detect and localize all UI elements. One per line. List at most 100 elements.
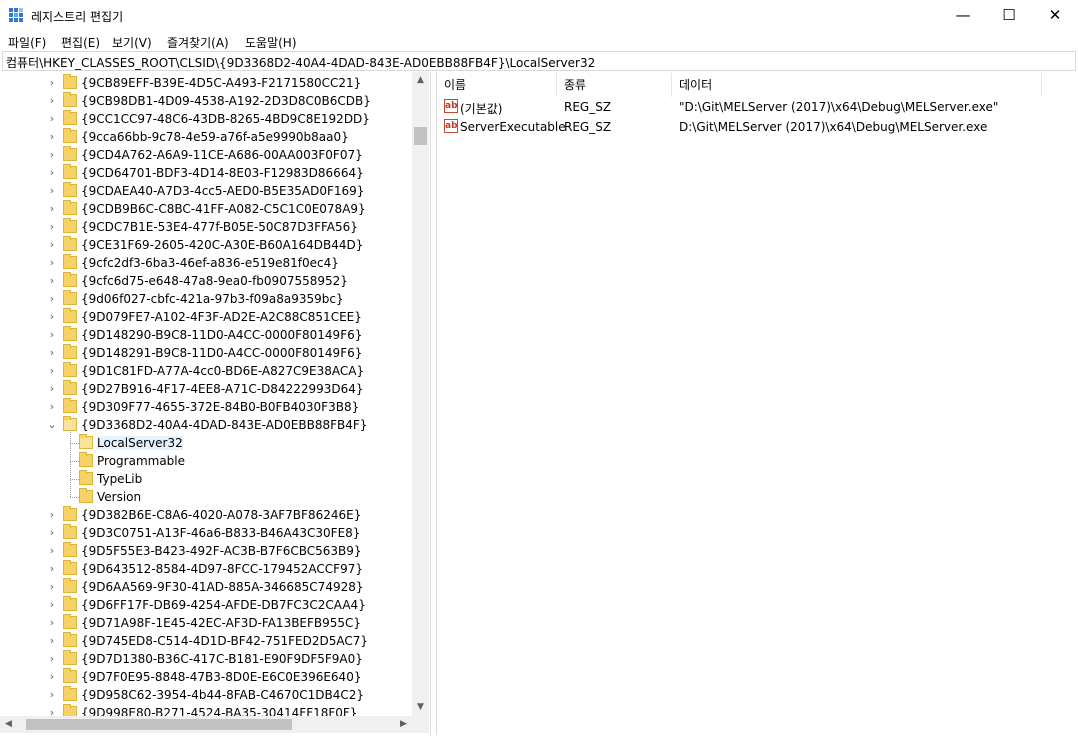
tree-item[interactable]: TypeLib <box>0 470 412 488</box>
expand-chevron-icon[interactable]: › <box>47 113 57 124</box>
expand-chevron-icon[interactable]: › <box>47 545 57 556</box>
expand-chevron-icon[interactable]: › <box>47 275 57 286</box>
tree-item[interactable]: › {9d06f027-cbfc-421a-97b3-f09a8a9359bc} <box>0 290 412 308</box>
tree-item[interactable]: › {9CB89EFF-B39E-4D5C-A493-F2171580CC21} <box>0 74 412 92</box>
expand-chevron-icon[interactable]: › <box>47 653 57 664</box>
tree-item[interactable]: › {9CE31F69-2605-420C-A30E-B60A164DB44D} <box>0 236 412 254</box>
tree-item-selected[interactable]: LocalServer32 <box>0 434 412 452</box>
close-button[interactable]: ✕ <box>1032 0 1078 31</box>
expand-chevron-icon[interactable]: › <box>47 635 57 646</box>
tree-horizontal-scrollbar[interactable]: ◀ ▶ <box>0 716 412 733</box>
expand-chevron-icon[interactable]: › <box>47 185 57 196</box>
tree-item[interactable]: › {9CDC7B1E-53E4-477f-B05E-50C87D3FFA56} <box>0 218 412 236</box>
expand-chevron-icon[interactable]: › <box>47 329 57 340</box>
expand-chevron-icon[interactable]: › <box>47 509 57 520</box>
folder-icon <box>63 92 77 107</box>
tree-item[interactable]: › {9D71A98F-1E45-42EC-AF3D-FA13BEFB955C} <box>0 614 412 632</box>
tree-item[interactable]: Version <box>0 488 412 506</box>
folder-icon <box>63 596 77 611</box>
tree-item[interactable]: Programmable <box>0 452 412 470</box>
tree-item[interactable]: › {9D5F55E3-B423-492F-AC3B-B7F6CBC563B9} <box>0 542 412 560</box>
expand-chevron-icon[interactable]: › <box>47 401 57 412</box>
list-item[interactable]: ab ServerExecutable REG_SZ D:\Git\MELSer… <box>437 117 1077 137</box>
scroll-right-icon[interactable]: ▶ <box>395 716 412 733</box>
menu-view[interactable]: 보기(V) <box>112 34 152 51</box>
tree-item[interactable]: › {9D382B6E-C8A6-4020-A078-3AF7BF86246E} <box>0 506 412 524</box>
tree-item[interactable]: › {9CDAEA40-A7D3-4cc5-AED0-B5E35AD0F169} <box>0 182 412 200</box>
tree-item-label: {9cca66bb-9c78-4e59-a76f-a5e9990b8aa0} <box>81 130 349 144</box>
expand-chevron-icon[interactable]: › <box>47 689 57 700</box>
tree-item[interactable]: › {9D27B916-4F17-4EE8-A71C-D84222993D64} <box>0 380 412 398</box>
tree-item[interactable]: › {9D7F0E95-8848-47B3-8D0E-E6C0E396E640} <box>0 668 412 686</box>
tree-item-label: LocalServer32 <box>97 436 183 450</box>
column-header-type[interactable]: 종류 <box>557 73 672 97</box>
tree-item[interactable]: › {9CD4A762-A6A9-11CE-A686-00AA003F0F07} <box>0 146 412 164</box>
scroll-up-icon[interactable]: ▲ <box>412 72 429 89</box>
tree-item[interactable]: › {9D309F77-4655-372E-84B0-B0FB4030F3B8} <box>0 398 412 416</box>
tree-item[interactable]: › {9D6AA569-9F30-41AD-885A-346685C74928} <box>0 578 412 596</box>
address-bar[interactable]: 컴퓨터\HKEY_CLASSES_ROOT\CLSID\{9D3368D2-40… <box>2 51 1076 71</box>
tree-item[interactable]: › {9cfc6d75-e648-47a8-9ea0-fb0907558952} <box>0 272 412 290</box>
menu-favorites[interactable]: 즐겨찾기(A) <box>167 34 229 51</box>
tree-item[interactable]: › {9D958C62-3954-4b44-8FAB-C4670C1DB4C2} <box>0 686 412 704</box>
expand-chevron-icon[interactable]: › <box>47 365 57 376</box>
expand-chevron-icon[interactable]: › <box>47 671 57 682</box>
value-name: (기본값) <box>460 102 503 116</box>
value-list[interactable]: 이름 종류 데이터 ab (기본값) REG_SZ "D:\Git\MELSer… <box>436 72 1077 735</box>
expand-chevron-icon[interactable]: › <box>47 581 57 592</box>
tree-item[interactable]: › {9cfc2df3-6ba3-46ef-a836-e519e81f0ec4} <box>0 254 412 272</box>
tree-item[interactable]: › {9D745ED8-C514-4D1D-BF42-751FED2D5AC7} <box>0 632 412 650</box>
tree-item-expanded[interactable]: ⌄ {9D3368D2-40A4-4DAD-843E-AD0EBB88FB4F} <box>0 416 412 434</box>
expand-chevron-icon[interactable]: › <box>47 257 57 268</box>
expand-chevron-icon[interactable]: › <box>47 293 57 304</box>
scroll-left-icon[interactable]: ◀ <box>0 716 17 733</box>
tree-vertical-scrollbar[interactable]: ▲ ▼ <box>412 72 429 716</box>
menu-edit[interactable]: 편집(E) <box>61 34 100 51</box>
expand-chevron-icon[interactable]: › <box>47 149 57 160</box>
tree-horizontal-scroll-thumb[interactable] <box>26 719 292 730</box>
expand-chevron-icon[interactable]: › <box>47 77 57 88</box>
address-path[interactable]: 컴퓨터\HKEY_CLASSES_ROOT\CLSID\{9D3368D2-40… <box>6 54 595 71</box>
expand-chevron-icon[interactable]: › <box>47 221 57 232</box>
folder-icon <box>63 650 77 665</box>
key-tree[interactable]: › {9CB89EFF-B39E-4D5C-A493-F2171580CC21} ›… <box>0 72 430 736</box>
expand-chevron-icon[interactable]: › <box>47 167 57 178</box>
minimize-button[interactable]: — <box>940 0 986 31</box>
tree-item[interactable]: › {9CB98DB1-4D09-4538-A192-2D3D8C0B6CDB} <box>0 92 412 110</box>
expand-chevron-icon[interactable]: › <box>47 563 57 574</box>
tree-vertical-scroll-thumb[interactable] <box>414 127 427 145</box>
maximize-button[interactable]: ☐ <box>986 0 1032 31</box>
tree-item[interactable]: › {9D1C81FD-A77A-4cc0-BD6E-A827C9E38ACA} <box>0 362 412 380</box>
menu-file[interactable]: 파일(F) <box>8 34 46 51</box>
menu-help[interactable]: 도움말(H) <box>245 34 297 51</box>
expand-chevron-icon[interactable]: › <box>47 383 57 394</box>
expand-chevron-icon[interactable]: › <box>47 95 57 106</box>
tree-item[interactable]: › {9D148291-B9C8-11D0-A4CC-0000F80149F6} <box>0 344 412 362</box>
tree-item[interactable]: › {9D6FF17F-DB69-4254-AFDE-DB7FC3C2CAA4} <box>0 596 412 614</box>
tree-item[interactable]: › {9D079FE7-A102-4F3F-AD2E-A2C88C851CEE} <box>0 308 412 326</box>
tree-item[interactable]: › {9cca66bb-9c78-4e59-a76f-a5e9990b8aa0} <box>0 128 412 146</box>
list-item[interactable]: ab (기본값) REG_SZ "D:\Git\MELServer (2017)… <box>437 97 1077 117</box>
expand-chevron-icon[interactable]: › <box>47 239 57 250</box>
tree-item[interactable]: › {9CD64701-BDF3-4D14-8E03-F12983D86664} <box>0 164 412 182</box>
tree-item[interactable]: › {9CDB9B6C-C8BC-41FF-A082-C5C1C0E078A9} <box>0 200 412 218</box>
column-header-data[interactable]: 데이터 <box>672 73 1042 97</box>
folder-icon <box>63 326 77 341</box>
folder-icon <box>63 218 77 233</box>
tree-item[interactable]: › {9D643512-8584-4D97-8FCC-179452ACCF97} <box>0 560 412 578</box>
tree-item[interactable]: › {9D148290-B9C8-11D0-A4CC-0000F80149F6} <box>0 326 412 344</box>
scroll-down-icon[interactable]: ▼ <box>412 699 429 716</box>
expand-chevron-icon[interactable]: › <box>47 311 57 322</box>
expand-chevron-icon[interactable]: › <box>47 599 57 610</box>
expand-chevron-icon[interactable]: › <box>47 131 57 142</box>
expand-chevron-icon[interactable]: › <box>47 203 57 214</box>
column-header-name[interactable]: 이름 <box>437 73 557 97</box>
folder-icon <box>79 488 93 503</box>
tree-item[interactable]: › {9D3C0751-A13F-46a6-B833-B46A43C30FE8} <box>0 524 412 542</box>
tree-item[interactable]: › {9D7D1380-B36C-417C-B181-E90F9DF5F9A0} <box>0 650 412 668</box>
expand-chevron-icon[interactable]: › <box>47 617 57 628</box>
collapse-chevron-icon[interactable]: ⌄ <box>47 419 57 430</box>
expand-chevron-icon[interactable]: › <box>47 347 57 358</box>
expand-chevron-icon[interactable]: › <box>47 527 57 538</box>
tree-item[interactable]: › {9CC1CC97-48C6-43DB-8265-4BD9C8E192DD} <box>0 110 412 128</box>
